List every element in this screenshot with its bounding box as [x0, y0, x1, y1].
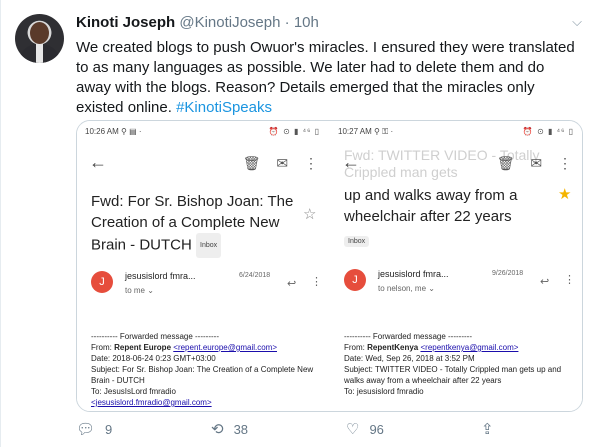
more-vertical-icon[interactable]: ⋮ [311, 275, 322, 288]
sender-avatar: J [91, 271, 113, 293]
from-name: Repent Europe [114, 343, 172, 352]
email-date: 9/26/2018 [492, 270, 524, 277]
forwarded-body: ---------- Forwarded message --------- F… [344, 331, 574, 397]
email-subject: up and walks away from a wheelchair afte… [344, 185, 564, 227]
subject-line: Subject: TWITTER VIDEO - Totally Cripple… [344, 365, 562, 385]
inbox-badge[interactable]: Inbox [196, 233, 222, 258]
mail-icon[interactable]: ✉ [276, 155, 288, 171]
tweet-actions: 💬︎ 9 ⟲ 38 ♡ 96 ⇪ [76, 418, 581, 442]
reply-icon[interactable]: ↩ [540, 275, 549, 288]
reply-bubble-icon: 💬︎ [76, 421, 96, 438]
reply-button[interactable]: 💬︎ 9 [76, 420, 112, 438]
date-line: Date: Wed, Sep 26, 2018 at 3:52 PM [344, 354, 475, 363]
like-count: 96 [369, 422, 384, 437]
notification-icons: ⚲ ▤ · [121, 127, 142, 136]
notification-icons: ⚲ ⚿ · [374, 127, 394, 136]
separator: · [284, 14, 290, 31]
from-label: From: [344, 343, 365, 352]
sender-name: jesusislord fmra... [378, 269, 449, 279]
recipients[interactable]: to me ⌄ [125, 286, 154, 295]
status-right: ⏰ ⊙ ▮ ⁴⁶ ▯ [268, 127, 320, 136]
tweet[interactable]: Kinoti Joseph @KinotiJoseph · 10h ⌵ We c… [0, 0, 594, 447]
tweet-body: We created blogs to push Owuor's miracle… [76, 39, 575, 116]
status-bar: 10:27 AM ⚲ ⚿ · ⏰ ⊙ ▮ ⁴⁶ ▯ [338, 127, 574, 141]
fwd-header: ---------- Forwarded message --------- [344, 332, 472, 341]
tweet-text: We created blogs to push Owuor's miracle… [76, 38, 576, 118]
reply-count: 9 [105, 422, 113, 437]
handle[interactable]: @KinotiJoseph [179, 14, 280, 31]
star-filled-icon[interactable]: ★ [558, 185, 571, 203]
timestamp[interactable]: 10h [294, 14, 319, 31]
back-arrow-icon[interactable]: ← [89, 152, 107, 173]
sender-row: J jesusislord fmra... 6/24/2018 to me ⌄ … [91, 271, 322, 311]
sender-row: J jesusislord fmra... 9/26/2018 to nelso… [344, 269, 575, 309]
reply-icon[interactable]: ↩ [287, 277, 296, 290]
delete-icon[interactable]: 🗑 [243, 155, 261, 171]
like-button[interactable]: ♡ 96 [346, 420, 384, 438]
subject-line: Subject: For Sr. Bishop Joan: The Creati… [91, 365, 314, 385]
hashtag-link[interactable]: #KinotiSpeaks [176, 99, 272, 116]
to-line: To: JesusIsLord fmradio [91, 387, 176, 396]
status-time: 10:27 AM [338, 127, 372, 136]
more-vertical-icon[interactable]: ⋮ [558, 155, 572, 171]
date-line: Date: 2018-06-24 0:23 GMT+03:00 [91, 354, 216, 363]
avatar-shirt [36, 44, 43, 63]
from-label: From: [91, 343, 112, 352]
from-email-link[interactable]: <repent.europe@gmail.com> [173, 343, 277, 352]
delete-icon[interactable]: 🗑 [497, 155, 515, 171]
from-email-link[interactable]: <repentkenya@gmail.com> [420, 343, 518, 352]
share-icon: ⇪ [481, 421, 494, 438]
share-button[interactable]: ⇪ [481, 420, 504, 438]
back-arrow-icon[interactable]: ← [342, 152, 360, 173]
fwd-header: ---------- Forwarded message --------- [91, 332, 219, 341]
more-vertical-icon[interactable]: ⋮ [564, 273, 575, 286]
more-vertical-icon[interactable]: ⋮ [304, 155, 318, 171]
retweet-count: 38 [233, 422, 249, 437]
forwarded-body: ---------- Forwarded message --------- F… [91, 331, 321, 408]
mail-icon[interactable]: ✉ [530, 155, 542, 171]
email-toolbar: ← 🗑 ✉ ⋮ [77, 151, 328, 179]
star-outline-icon[interactable]: ☆ [303, 205, 316, 223]
inbox-badge[interactable]: Inbox [344, 236, 370, 248]
status-right: ⏰ ⊙ ▮ ⁴⁶ ▯ [522, 127, 574, 136]
avatar[interactable] [15, 14, 64, 63]
recipients[interactable]: to nelson, me ⌄ [378, 284, 435, 293]
sender-avatar: J [344, 269, 366, 291]
display-name[interactable]: Kinoti Joseph [76, 14, 175, 31]
media-grid[interactable]: 10:26 AM ⚲ ▤ · ⏰ ⊙ ▮ ⁴⁶ ▯ ← 🗑 ✉ ⋮ Fwd: F… [76, 120, 583, 412]
email-subject: Fwd: For Sr. Bishop Joan: The Creation o… [91, 191, 311, 258]
email-screenshot-right[interactable]: 10:27 AM ⚲ ⚿ · ⏰ ⊙ ▮ ⁴⁶ ▯ Fwd: TWITTER V… [330, 121, 582, 411]
status-bar: 10:26 AM ⚲ ▤ · ⏰ ⊙ ▮ ⁴⁶ ▯ [85, 127, 320, 141]
retweet-button[interactable]: ⟲ 38 [211, 420, 248, 438]
email-date: 6/24/2018 [239, 272, 271, 279]
heart-icon: ♡ [346, 421, 360, 438]
status-time: 10:26 AM [85, 127, 119, 136]
sender-name: jesusislord fmra... [125, 271, 196, 281]
retweet-icon: ⟲ [211, 421, 224, 438]
email-subject-text: Fwd: For Sr. Bishop Joan: The Creation o… [91, 193, 294, 254]
from-name: RepentKenya [367, 343, 419, 352]
email-toolbar: ← 🗑 ✉ ⋮ [330, 151, 582, 179]
avatar-face [30, 22, 49, 44]
to-email-link[interactable]: <jesusislord.fmradio@gmail.com> [91, 397, 321, 408]
tweet-header: Kinoti Joseph @KinotiJoseph · 10h [76, 14, 319, 31]
chevron-down-icon[interactable]: ⌵ [572, 14, 582, 30]
email-screenshot-left[interactable]: 10:26 AM ⚲ ▤ · ⏰ ⊙ ▮ ⁴⁶ ▯ ← 🗑 ✉ ⋮ Fwd: F… [77, 121, 330, 411]
to-line: To: jesusislord fmradio [344, 387, 424, 396]
inbox-badge-wrap: Inbox [344, 233, 370, 251]
email-subject-text: up and walks away from a wheelchair afte… [344, 187, 518, 225]
